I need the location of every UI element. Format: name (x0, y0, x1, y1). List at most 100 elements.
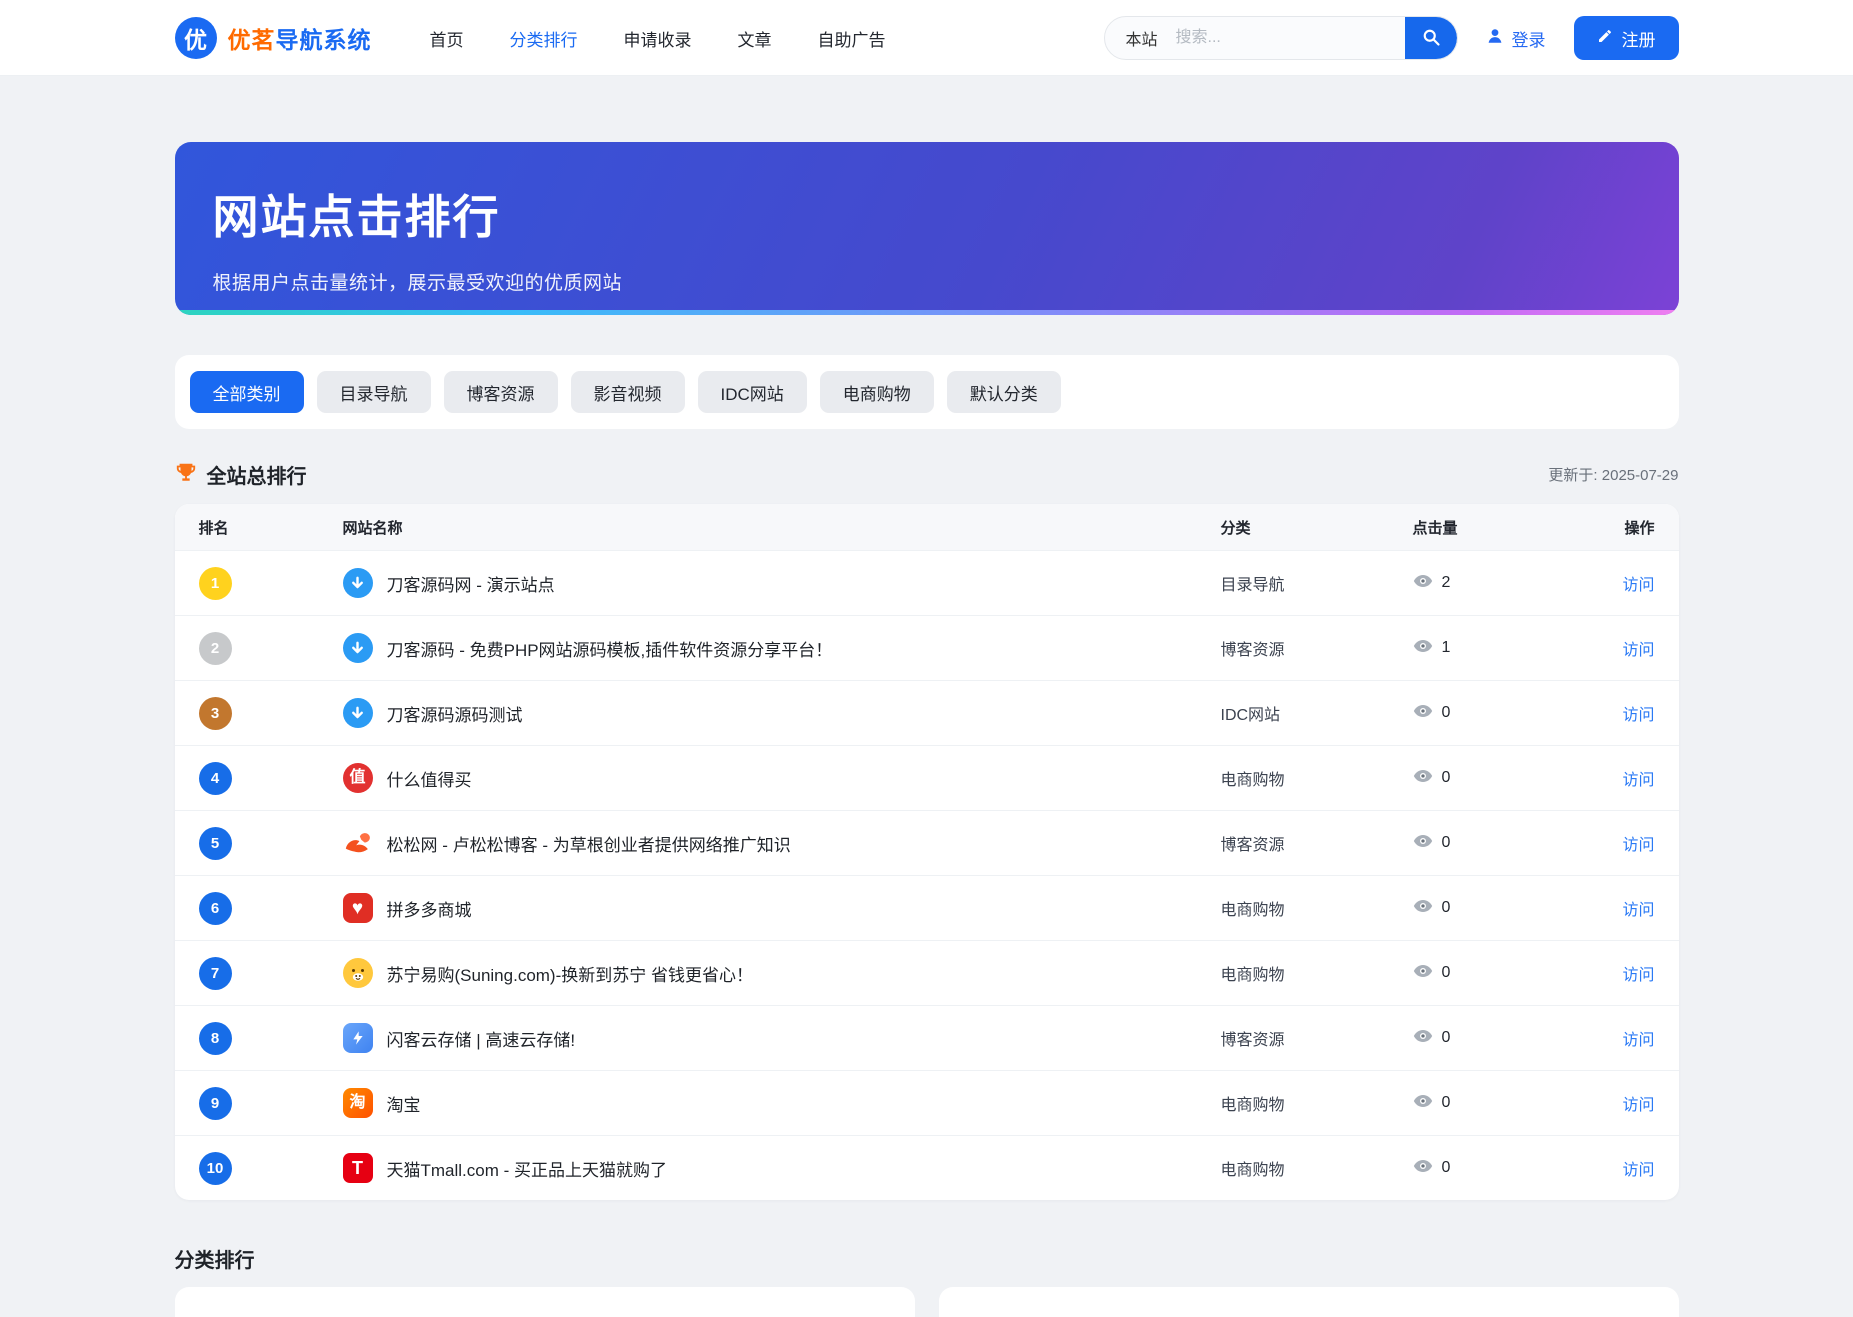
click-count: 0 (1442, 704, 1451, 722)
site-name[interactable]: 刀客源码网 - 演示站点 (387, 571, 555, 596)
trophy-icon (175, 461, 197, 488)
register-button[interactable]: 注册 (1574, 16, 1679, 60)
eye-icon (1413, 1029, 1433, 1048)
table-header-row: 排名 网站名称 分类 点击量 操作 (175, 504, 1679, 550)
category-filter-bar: 全部类别目录导航博客资源影音视频 IDC网站电商购物默认分类 (175, 355, 1679, 429)
taobao-icon: 淘 (343, 1088, 373, 1118)
pencil-icon (1597, 28, 1613, 49)
site-category: 博客资源 (1221, 831, 1413, 855)
nav-item-首页[interactable]: 首页 (430, 26, 464, 51)
nav-item-分类排行[interactable]: 分类排行 (510, 26, 578, 51)
cloud-download-icon (343, 698, 373, 728)
register-label: 注册 (1622, 26, 1656, 51)
visit-link[interactable]: 访问 (1573, 636, 1655, 660)
eye-icon (1413, 1159, 1433, 1178)
site-name[interactable]: 什么值得买 (387, 766, 472, 791)
click-count: 0 (1442, 769, 1451, 787)
site-name[interactable]: 刀客源码源码测试 (387, 701, 523, 726)
site-category: 电商购物 (1221, 766, 1413, 790)
category-filter-pill[interactable]: 默认分类 (947, 371, 1061, 413)
eye-icon (1413, 574, 1433, 593)
visit-link[interactable]: 访问 (1573, 1026, 1655, 1050)
login-label: 登录 (1512, 26, 1546, 51)
site-name[interactable]: 刀客源码 - 免费PHP网站源码模板,插件软件资源分享平台！ (387, 636, 833, 661)
brand-secondary: 导航系统 (276, 27, 372, 53)
site-name[interactable]: 天猫Tmall.com - 买正品上天猫就购了 (387, 1156, 668, 1181)
rank-badge: 8 (199, 1022, 232, 1055)
ranking-section-head: 全站总排行 更新于: 2025-07-29 (175, 460, 1679, 489)
search-icon (1421, 27, 1441, 50)
visit-link[interactable]: 访问 (1573, 961, 1655, 985)
site-category: 博客资源 (1221, 636, 1413, 660)
search-scope-select[interactable]: 本站 (1105, 26, 1174, 50)
visit-link[interactable]: 访问 (1573, 701, 1655, 725)
table-row: 8 闪客云存储 | 高速云存储! 博客资源 0 访问 (175, 1005, 1679, 1070)
search-button[interactable] (1405, 16, 1457, 60)
category-card (175, 1287, 915, 1317)
login-link[interactable]: 登录 (1486, 26, 1546, 51)
eye-icon (1413, 834, 1433, 853)
col-header-action: 操作 (1573, 517, 1655, 538)
page-title: 网站点击排行 (213, 181, 1641, 247)
table-row: 5 松松网 - 卢松松博客 - 为草根创业者提供网络推广知识 博客资源 0 访问 (175, 810, 1679, 875)
site-name[interactable]: 淘宝 (387, 1091, 421, 1116)
rank-badge: 2 (199, 632, 232, 665)
visit-link[interactable]: 访问 (1573, 766, 1655, 790)
visit-link[interactable]: 访问 (1573, 1156, 1655, 1180)
nav-item-自助广告[interactable]: 自助广告 (818, 26, 886, 51)
category-filter-pill[interactable]: 博客资源 (444, 371, 558, 413)
search-bar: 本站 (1104, 16, 1458, 60)
visit-link[interactable]: 访问 (1573, 896, 1655, 920)
col-header-rank: 排名 (199, 517, 343, 538)
site-category: 电商购物 (1221, 961, 1413, 985)
site-category: 目录导航 (1221, 571, 1413, 595)
category-filter-pill[interactable]: IDC网站 (698, 371, 807, 413)
site-category: 博客资源 (1221, 1026, 1413, 1050)
category-filter-pill[interactable]: 影音视频 (571, 371, 685, 413)
table-row: 3 刀客源码源码测试 IDC网站 0 访问 (175, 680, 1679, 745)
ranking-section-title: 全站总排行 (207, 460, 307, 489)
cloud-download-icon (343, 633, 373, 663)
site-name[interactable]: 松松网 - 卢松松博客 - 为草根创业者提供网络推广知识 (387, 831, 791, 856)
top-bar: 优 优茗导航系统 首页 分类排行 申请收录 文章 自助广告 本站 登录 (0, 0, 1853, 76)
ranking-table: 排名 网站名称 分类 点击量 操作 1 刀客源码网 - 演示站点 目录导航 2 … (175, 504, 1679, 1200)
rank-badge: 10 (199, 1152, 232, 1185)
brand-primary: 优茗 (228, 27, 276, 53)
nav-item-文章[interactable]: 文章 (738, 26, 772, 51)
visit-link[interactable]: 访问 (1573, 1091, 1655, 1115)
table-row: 10 T 天猫Tmall.com - 买正品上天猫就购了 电商购物 0 访问 (175, 1135, 1679, 1200)
nav-item-申请收录[interactable]: 申请收录 (624, 26, 692, 51)
click-count: 0 (1442, 834, 1451, 852)
category-filter-pill[interactable]: 目录导航 (317, 371, 431, 413)
visit-link[interactable]: 访问 (1573, 571, 1655, 595)
main-nav: 首页 分类排行 申请收录 文章 自助广告 (430, 26, 886, 51)
eye-icon (1413, 964, 1433, 983)
category-card (939, 1287, 1679, 1317)
search-input[interactable] (1174, 28, 1405, 48)
site-name[interactable]: 闪客云存储 | 高速云存储! (387, 1026, 576, 1051)
rank-badge: 9 (199, 1087, 232, 1120)
site-category: 电商购物 (1221, 1091, 1413, 1115)
eye-icon (1413, 704, 1433, 723)
click-count: 0 (1442, 1094, 1451, 1112)
site-logo[interactable]: 优 优茗导航系统 (175, 17, 372, 59)
logo-icon: 优 (175, 17, 217, 59)
category-filter-pill[interactable]: 电商购物 (820, 371, 934, 413)
rank-badge: 3 (199, 697, 232, 730)
category-filter-pill[interactable]: 全部类别 (190, 371, 304, 413)
table-row: 7 苏宁易购(Suning.com)-换新到苏宁 省钱更省心！ 电商购物 0 访… (175, 940, 1679, 1005)
eye-icon (1413, 769, 1433, 788)
page-subtitle: 根据用户点击量统计，展示最受欢迎的优质网站 (213, 268, 1641, 295)
category-ranking-title: 分类排行 (175, 1244, 1679, 1273)
table-row: 6 ♥ 拼多多商城 电商购物 0 访问 (175, 875, 1679, 940)
visit-link[interactable]: 访问 (1573, 831, 1655, 855)
click-count: 2 (1442, 574, 1451, 592)
site-name[interactable]: 苏宁易购(Suning.com)-换新到苏宁 省钱更省心！ (387, 961, 753, 986)
site-name[interactable]: 拼多多商城 (387, 896, 472, 921)
site-category: 电商购物 (1221, 896, 1413, 920)
table-row: 2 刀客源码 - 免费PHP网站源码模板,插件软件资源分享平台！ 博客资源 1 … (175, 615, 1679, 680)
rank-badge: 7 (199, 957, 232, 990)
table-row: 9 淘 淘宝 电商购物 0 访问 (175, 1070, 1679, 1135)
rank-badge: 4 (199, 762, 232, 795)
rank-badge: 6 (199, 892, 232, 925)
